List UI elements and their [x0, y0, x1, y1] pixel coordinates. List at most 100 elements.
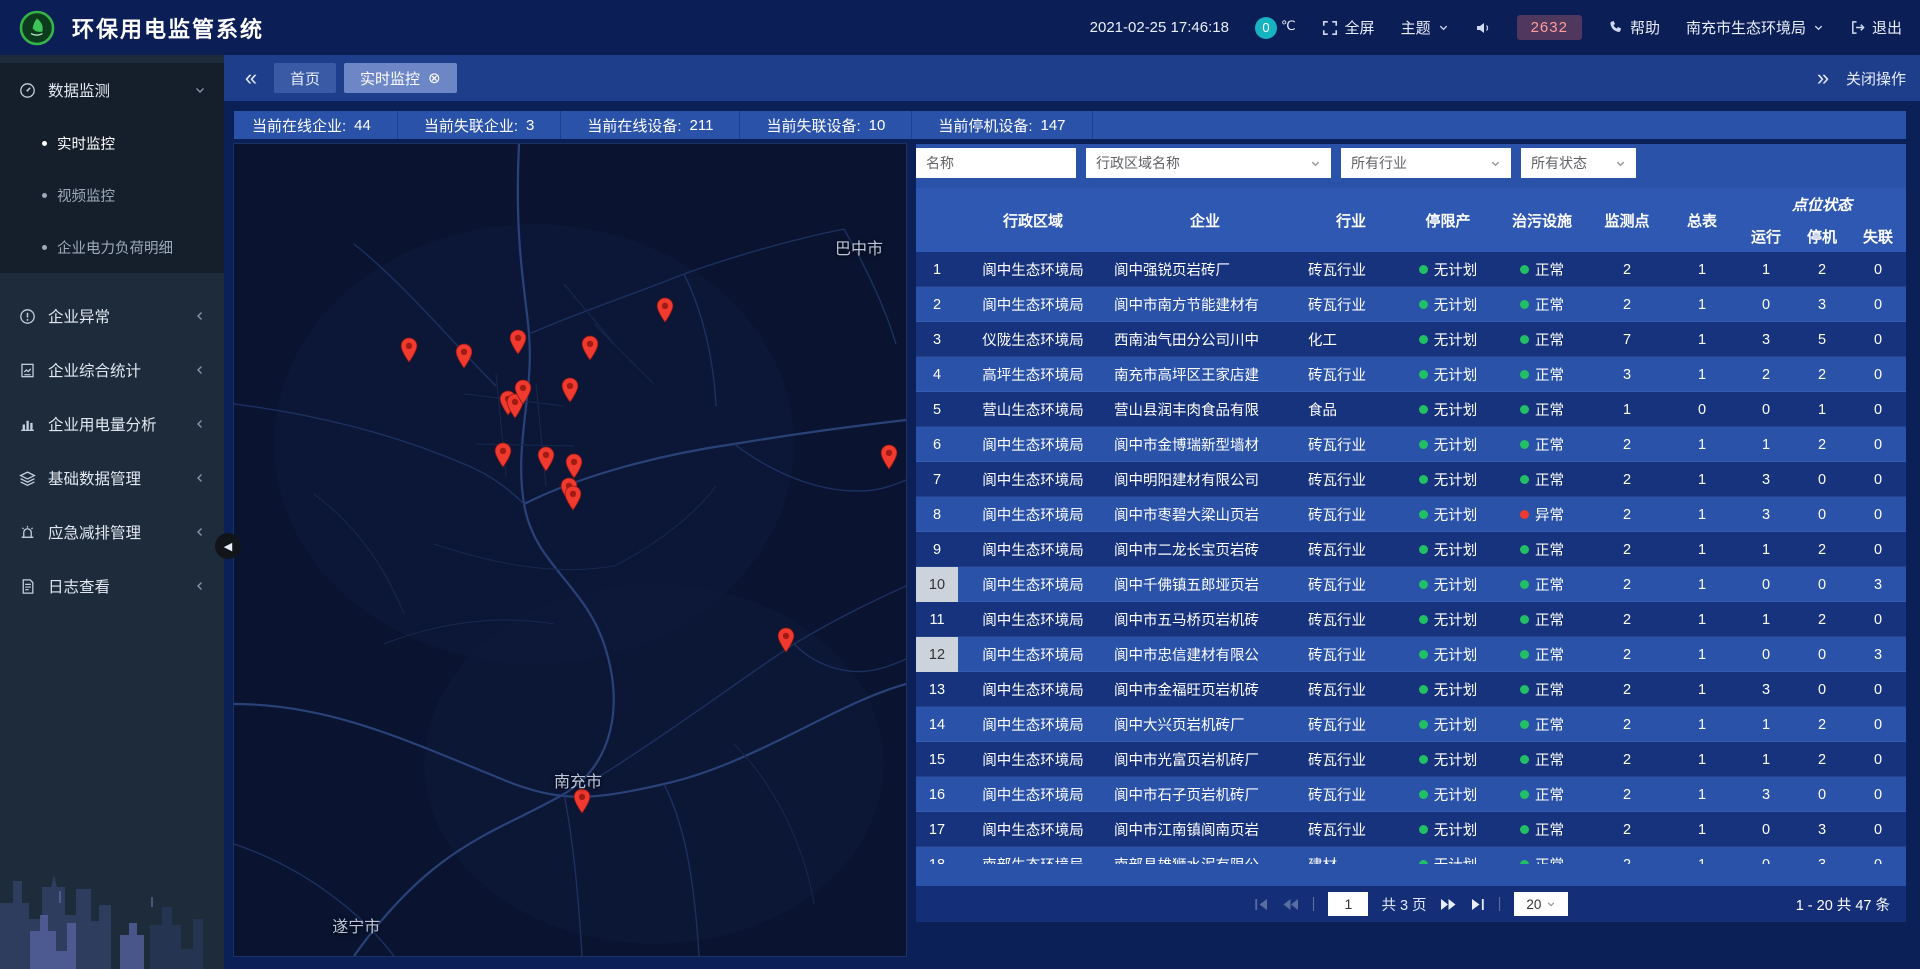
sidebar-section-emergency-reduction[interactable]: 应急减排管理 — [0, 505, 224, 559]
theme-dropdown[interactable]: 主题 — [1401, 17, 1449, 38]
table-row[interactable]: 10阆中生态环境局阆中千佛镇五郎垭页岩砖瓦行业无计划正常21003 — [916, 567, 1906, 602]
table-row[interactable]: 5营山生态环境局营山县润丰肉食品有限食品无计划正常10010 — [916, 392, 1906, 427]
map-pin-icon[interactable] — [537, 446, 555, 472]
tab-home[interactable]: 首页 — [274, 63, 336, 93]
table-row[interactable]: 14阆中生态环境局阆中大兴页岩机砖厂砖瓦行业无计划正常21120 — [916, 707, 1906, 742]
table-row[interactable]: 16阆中生态环境局阆中市石子页岩机砖厂砖瓦行业无计划正常21300 — [916, 777, 1906, 812]
table-row[interactable]: 9阆中生态环境局阆中市二龙长宝页岩砖砖瓦行业无计划正常21120 — [916, 532, 1906, 567]
close-operations-button[interactable]: 关闭操作 — [1846, 68, 1906, 89]
first-page-icon[interactable] — [1254, 898, 1269, 911]
cell-monitor-points: 2 — [1588, 672, 1666, 707]
prev-page-icon[interactable] — [1282, 898, 1299, 911]
row-index: 1 — [916, 252, 958, 287]
fullscreen-icon — [1322, 20, 1338, 36]
cell-run-count: 1 — [1738, 742, 1794, 777]
cell-run-count: 3 — [1738, 462, 1794, 497]
tab-realtime-monitor[interactable]: 实时监控 ⊗ — [344, 63, 457, 93]
close-icon[interactable]: ⊗ — [428, 71, 441, 86]
last-page-icon[interactable] — [1470, 898, 1485, 911]
map-pin-icon[interactable] — [514, 379, 532, 405]
sidebar-item[interactable]: 视频监控 — [0, 169, 224, 221]
next-page-icon[interactable] — [1440, 898, 1457, 911]
org-dropdown[interactable]: 南充市生态环境局 — [1686, 17, 1824, 38]
cell-pollution-facility: 正常 — [1496, 427, 1588, 462]
map-pin-icon[interactable] — [561, 377, 579, 403]
table-row[interactable]: 18南部生态环境局南部县雄狮水泥有限公建材无计划正常21030 — [916, 847, 1906, 864]
table-row[interactable]: 4高坪生态环境局南充市高坪区王家店建砖瓦行业无计划正常31220 — [916, 357, 1906, 392]
cell-pollution-facility: 正常 — [1496, 812, 1588, 847]
table-row[interactable]: 15阆中生态环境局阆中市光富页岩机砖厂砖瓦行业无计划正常21120 — [916, 742, 1906, 777]
sidebar-item[interactable]: 实时监控 — [0, 117, 224, 169]
topbar-right-cluster: 2021-02-25 17:46:18 0 ℃ 全屏 主题 2632 — [1090, 15, 1902, 40]
table-row[interactable]: 3仪陇生态环境局西南油气田分公司川中化工无计划正常71350 — [916, 322, 1906, 357]
cell-pollution-facility: 正常 — [1496, 672, 1588, 707]
table-row[interactable]: 11阆中生态环境局阆中市五马桥页岩机砖砖瓦行业无计划正常21120 — [916, 602, 1906, 637]
sidebar-section-base-data-management[interactable]: 基础数据管理 — [0, 451, 224, 505]
cell-pollution-facility: 正常 — [1496, 637, 1588, 672]
help-button[interactable]: 帮助 — [1608, 17, 1660, 38]
fullscreen-button[interactable]: 全屏 — [1322, 17, 1375, 38]
status-dot-icon — [1520, 405, 1529, 414]
page-size-select[interactable]: 20 — [1514, 892, 1568, 916]
tab-label: 实时监控 — [360, 68, 420, 89]
table-row[interactable]: 13阆中生态环境局阆中市金福旺页岩机砖砖瓦行业无计划正常21300 — [916, 672, 1906, 707]
map-pin-icon[interactable] — [777, 627, 795, 653]
map-pin-icon[interactable] — [564, 485, 582, 511]
map-pin-icon[interactable] — [455, 343, 473, 369]
cell-run-count: 0 — [1738, 812, 1794, 847]
map-pin-icon[interactable] — [656, 297, 674, 323]
page-number-input[interactable] — [1328, 892, 1368, 916]
name-filter-input[interactable] — [916, 148, 1076, 178]
map-collapse-button[interactable]: ◀ — [215, 533, 241, 559]
cell-monitor-points: 2 — [1588, 252, 1666, 287]
table-row[interactable]: 6阆中生态环境局阆中市金博瑞新型墙材砖瓦行业无计划正常21120 — [916, 427, 1906, 462]
map-pin-icon[interactable] — [565, 453, 583, 479]
table-row[interactable]: 12阆中生态环境局阆中市忠信建材有限公砖瓦行业无计划正常21003 — [916, 637, 1906, 672]
page-size-value: 20 — [1526, 897, 1541, 912]
sidebar-section-log-view[interactable]: 日志查看 — [0, 559, 224, 613]
map-panel[interactable]: 巴中市南充市遂宁市 — [234, 144, 906, 956]
stat-value: 3 — [526, 117, 534, 134]
map-pin-icon[interactable] — [573, 788, 591, 814]
map-pin-icon[interactable] — [509, 329, 527, 355]
sidebar-item-label: 视频监控 — [57, 185, 115, 206]
region-filter-select[interactable]: 行政区域名称 — [1086, 148, 1331, 178]
table-row[interactable]: 1阆中生态环境局阆中强锐页岩砖厂砖瓦行业无计划正常21120 — [916, 252, 1906, 287]
table-row[interactable]: 2阆中生态环境局阆中市南方节能建材有砖瓦行业无计划正常21030 — [916, 287, 1906, 322]
map-pin-icon[interactable] — [581, 335, 599, 361]
sidebar-section-power-usage-analysis[interactable]: 企业用电量分析 — [0, 397, 224, 451]
sidebar-section-enterprise-abnormal[interactable]: 企业异常 — [0, 289, 224, 343]
status-dot-icon — [1520, 300, 1529, 309]
sidebar-item[interactable]: 企业电力负荷明细 — [0, 221, 224, 273]
cell-lost-count: 0 — [1850, 252, 1906, 287]
cell-company: 阆中大兴页岩机砖厂 — [1108, 707, 1302, 742]
sidebar-section: 应急减排管理 — [0, 505, 224, 559]
logout-button[interactable]: 退出 — [1850, 17, 1902, 38]
layers-icon — [18, 469, 36, 487]
speaker-button[interactable] — [1475, 20, 1491, 36]
status-filter-select[interactable]: 所有状态 — [1521, 148, 1636, 178]
sidebar-section-enterprise-statistics[interactable]: 企业综合统计 — [0, 343, 224, 397]
cell-monitor-points: 2 — [1588, 532, 1666, 567]
cell-company: 阆中千佛镇五郎垭页岩 — [1108, 567, 1302, 602]
table-row[interactable]: 7阆中生态环境局阆中明阳建材有限公司砖瓦行业无计划正常21300 — [916, 462, 1906, 497]
tabs-scroll-right-icon[interactable]: » — [1810, 67, 1836, 89]
alarm-count-badge[interactable]: 2632 — [1517, 15, 1582, 40]
table-row[interactable]: 17阆中生态环境局阆中市江南镇阆南页岩砖瓦行业无计划正常21030 — [916, 812, 1906, 847]
row-index: 3 — [916, 322, 958, 357]
sidebar-section-label: 企业综合统计 — [48, 359, 141, 381]
map-pin-icon[interactable] — [400, 337, 418, 363]
industry-filter-select[interactable]: 所有行业 — [1341, 148, 1511, 178]
map-pin-icon[interactable] — [880, 444, 898, 470]
cell-company: 阆中市光富页岩机砖厂 — [1108, 742, 1302, 777]
stat-value: 211 — [690, 117, 714, 134]
cell-run-count: 1 — [1738, 252, 1794, 287]
sidebar-section-data-monitor[interactable]: 数据监测 — [0, 63, 224, 117]
row-index: 9 — [916, 532, 958, 567]
industry-filter-value: 所有行业 — [1351, 153, 1407, 173]
status-dot-icon — [1419, 475, 1428, 484]
tabs-scroll-left-icon[interactable]: « — [238, 67, 264, 89]
map-pin-icon[interactable] — [494, 442, 512, 468]
table-row[interactable]: 8阆中生态环境局阆中市枣碧大梁山页岩砖瓦行业无计划异常21300 — [916, 497, 1906, 532]
cell-pollution-facility: 正常 — [1496, 322, 1588, 357]
